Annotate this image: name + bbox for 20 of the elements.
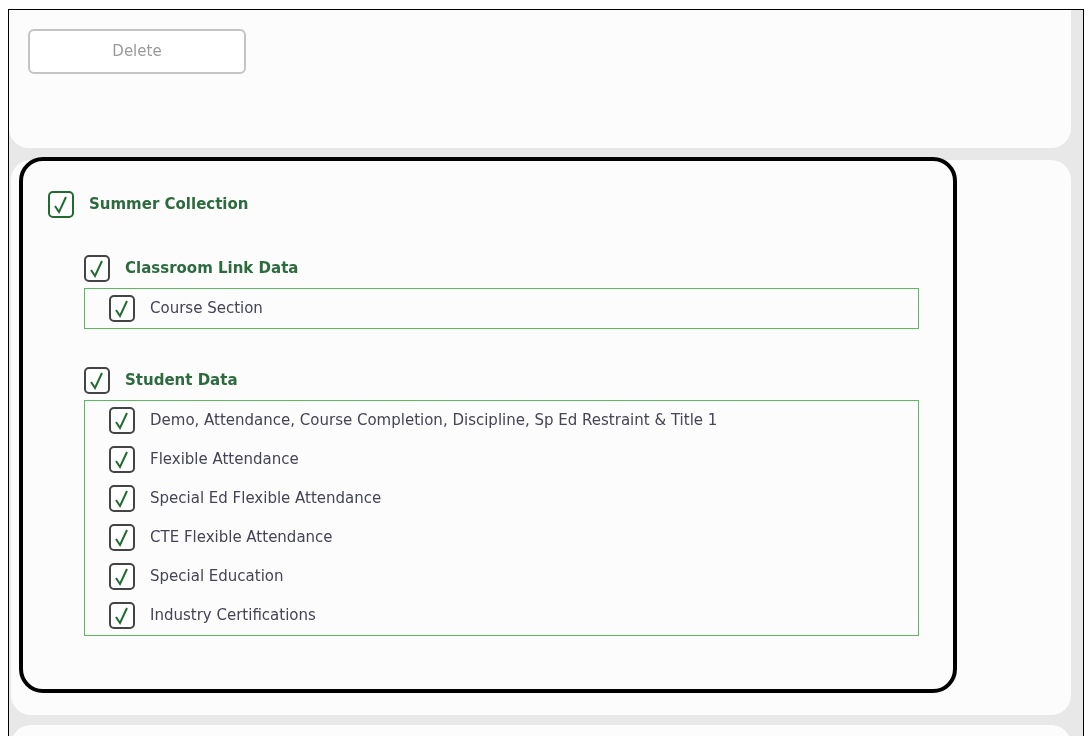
checkbox-label: Demo, Attendance, Course Completion, Discipline, Sp Ed Restraint & Title 1	[150, 410, 718, 432]
checkbox-label: Special Education	[150, 566, 284, 588]
checkbox[interactable]	[109, 524, 135, 551]
checkbox-label: Flexible Attendance	[150, 449, 299, 471]
checkbox[interactable]	[84, 367, 110, 394]
checkbox-label: Summer Collection	[89, 194, 249, 216]
checkbox[interactable]	[48, 191, 74, 218]
checkbox[interactable]	[109, 446, 135, 473]
checkbox-label: Student Data	[125, 370, 238, 392]
checkbox-label: CTE Flexible Attendance	[150, 527, 333, 549]
checkbox-label: Special Ed Flexible Attendance	[150, 488, 382, 510]
checkbox[interactable]	[109, 295, 135, 322]
checkbox[interactable]	[109, 602, 135, 629]
checkbox-label: Classroom Link Data	[125, 258, 299, 280]
checkbox-label: Industry Certifications	[150, 605, 316, 627]
checkbox-label: Course Section	[150, 298, 263, 320]
checkbox[interactable]	[109, 485, 135, 512]
checkbox[interactable]	[109, 407, 135, 434]
checkbox[interactable]	[109, 563, 135, 590]
checkbox[interactable]	[84, 255, 110, 282]
